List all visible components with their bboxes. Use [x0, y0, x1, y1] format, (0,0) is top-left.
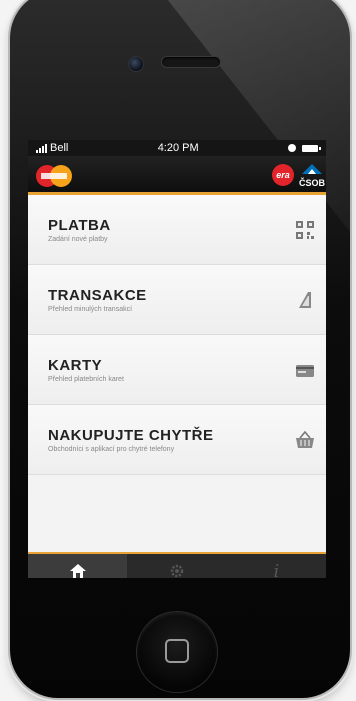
tab-home[interactable]	[28, 554, 128, 578]
menu-item-title: NAKUPUJTE CHYTŘE	[48, 427, 214, 444]
menu-item-subtitle: Zadání nové platby	[48, 236, 108, 243]
era-logo: era	[272, 164, 294, 186]
tab-info[interactable]: i	[227, 554, 326, 579]
home-icon	[69, 564, 86, 578]
status-bar: Bell 4:20 PM	[28, 140, 326, 156]
clock: 4:20 PM	[157, 142, 199, 154]
tab-settings[interactable]	[127, 554, 226, 578]
app-header: era ČSOB	[28, 156, 326, 195]
menu-item-subtitle: Obchodníci s aplikací pro chytré telefon…	[48, 446, 175, 453]
menu-item-subtitle: Přehled minulých transakcí	[48, 306, 133, 313]
mastercard-logo	[36, 165, 72, 187]
csob-logo: ČSOB	[298, 162, 326, 188]
signal-icon	[36, 143, 47, 153]
carrier-label: Bell	[50, 142, 69, 154]
basket-icon	[296, 430, 314, 448]
tab-bar: i	[28, 552, 326, 578]
menu-item-platba[interactable]: PLATBA Zadání nové platby	[28, 195, 326, 265]
menu-item-title: PLATBA	[48, 217, 111, 234]
earpiece-speaker	[162, 57, 220, 67]
menu-item-subtitle: Přehled platebních karet	[48, 376, 124, 383]
menu-item-title: TRANSAKCE	[48, 287, 147, 304]
main-menu: PLATBA Zadání nové platby TRANSAKCE Přeh…	[28, 195, 326, 552]
home-button[interactable]	[137, 612, 217, 692]
info-icon: i	[273, 560, 280, 579]
receipt-icon	[299, 292, 311, 308]
battery-icon	[302, 144, 321, 152]
orientation-lock-icon	[288, 144, 296, 152]
settings-icon	[170, 564, 184, 578]
qr-code-icon	[296, 221, 314, 239]
menu-item-title: KARTY	[48, 357, 103, 374]
front-camera	[128, 56, 144, 72]
home-button-square	[165, 639, 189, 663]
menu-item-transakce[interactable]: TRANSAKCE Přehled minulých transakcí	[28, 265, 326, 335]
card-icon	[296, 365, 314, 377]
menu-item-karty[interactable]: KARTY Přehled platebních karet	[28, 335, 326, 405]
phone-screen: Bell 4:20 PM era ČSOB PLATBA Zadání nové	[28, 140, 326, 578]
menu-item-nakupujte-chytre[interactable]: NAKUPUJTE CHYTŘE Obchodníci s aplikací p…	[28, 405, 326, 475]
